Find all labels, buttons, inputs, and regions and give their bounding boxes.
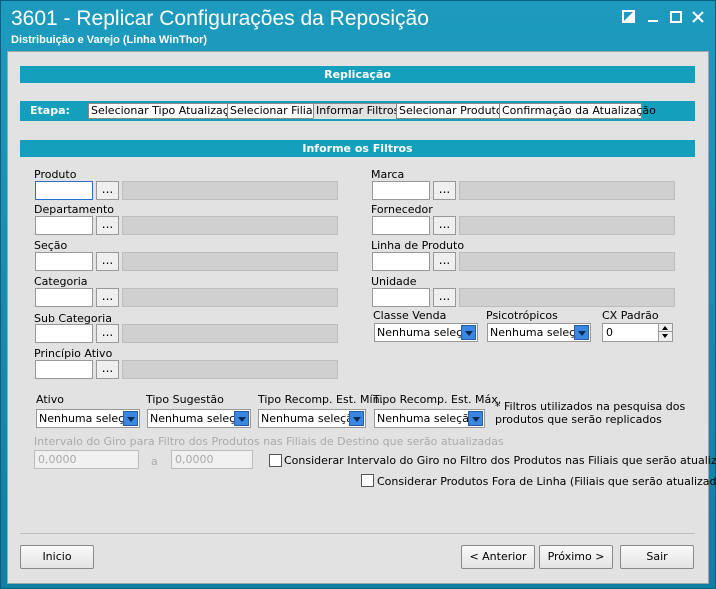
sub-categoria-lookup-button[interactable]: ...	[96, 324, 119, 343]
marca-label: Marca	[371, 168, 405, 181]
linha-produto-label: Linha de Produto	[371, 239, 465, 252]
cx-padrao-value: 0	[606, 326, 613, 339]
produto-lookup-button[interactable]: ...	[96, 181, 119, 200]
inicio-button[interactable]: Inicio	[20, 545, 94, 569]
tab-informar-filtros[interactable]: Informar Filtros	[313, 103, 399, 119]
window-subtitle: Distribuição e Varejo (Linha WinThor)	[11, 34, 208, 46]
unidade-code-input[interactable]	[372, 288, 430, 307]
fornecedor-label: Fornecedor	[371, 203, 433, 216]
ativo-select[interactable]: Nenhuma seleção	[36, 409, 140, 428]
title-bar[interactable]: 3601 - Replicar Configurações da Reposiç…	[1, 1, 715, 51]
categoria-code-input[interactable]	[35, 288, 93, 307]
fornecedor-lookup-button[interactable]: ...	[433, 216, 456, 235]
considerar-fora-linha-checkbox[interactable]	[361, 474, 374, 487]
proximo-button[interactable]: Próximo >	[539, 545, 613, 569]
principio-ativo-label: Princípio Ativo	[34, 347, 113, 360]
considerar-intervalo-label: Considerar Intervalo do Giro no Filtro d…	[284, 454, 716, 467]
considerar-fora-linha-label: Considerar Produtos Fora de Linha (Filia…	[377, 475, 716, 488]
marca-lookup-button[interactable]: ...	[433, 181, 456, 200]
chevron-down-icon[interactable]	[123, 411, 138, 426]
intervalo-from-input[interactable]: 0,0000	[34, 450, 139, 469]
marca-code-input[interactable]	[372, 181, 430, 200]
tipo-recomp-min-label: Tipo Recomp. Est. Mín.	[258, 393, 384, 406]
bottom-separator	[20, 533, 695, 534]
spin-down-icon[interactable]	[659, 332, 672, 340]
spin-up-icon[interactable]	[659, 324, 672, 332]
tab-selecionar-tipo-atualizacao[interactable]: Selecionar Tipo Atualização	[88, 103, 242, 119]
secao-description	[122, 252, 338, 271]
linha-produto-code-input[interactable]	[372, 252, 430, 271]
principio-ativo-code-input[interactable]	[35, 360, 93, 379]
produto-description	[122, 181, 338, 200]
considerar-intervalo-checkbox[interactable]	[269, 454, 282, 467]
close-icon[interactable]	[690, 9, 706, 25]
filtros-header: Informe os Filtros	[20, 140, 695, 157]
categoria-label: Categoria	[34, 275, 88, 288]
cx-padrao-label: CX Padrão	[602, 309, 659, 322]
linha-produto-lookup-button[interactable]: ...	[433, 252, 456, 271]
chevron-down-icon[interactable]	[349, 411, 364, 426]
classe-venda-select[interactable]: Nenhuma seleção	[374, 323, 478, 342]
departamento-description	[122, 216, 338, 235]
principio-ativo-description	[122, 360, 338, 379]
tab-confirmacao-atualizacao[interactable]: Confirmação da Atualização	[499, 103, 656, 119]
minimize-icon[interactable]	[645, 9, 661, 25]
sub-categoria-code-input[interactable]	[35, 324, 93, 343]
departamento-code-input[interactable]	[35, 216, 93, 235]
etapa-label: Etapa:	[30, 104, 70, 117]
marca-description	[459, 181, 675, 200]
departamento-label: Departamento	[34, 203, 115, 216]
psicotropicos-select[interactable]: Nenhuma seleção	[487, 323, 591, 342]
filtros-note-line1: * Filtros utilizados na pesquisa dos	[495, 400, 686, 413]
unidade-label: Unidade	[371, 275, 417, 288]
secao-code-input[interactable]	[35, 252, 93, 271]
fornecedor-code-input[interactable]	[372, 216, 430, 235]
tipo-recomp-max-value: Nenhuma seleção	[377, 412, 476, 425]
chevron-down-icon[interactable]	[234, 411, 249, 426]
departamento-lookup-button[interactable]: ...	[96, 216, 119, 235]
intervalo-separator: a	[151, 455, 158, 468]
intervalo-to-input[interactable]: 0,0000	[171, 450, 253, 469]
cx-padrao-spinner[interactable]: 0	[602, 323, 673, 342]
categoria-lookup-button[interactable]: ...	[96, 288, 119, 307]
restore-icon[interactable]	[621, 9, 637, 25]
chevron-down-icon[interactable]	[468, 411, 483, 426]
replicacao-header: Replicação	[20, 66, 695, 83]
window-title: 3601 - Replicar Configurações da Reposiç…	[11, 7, 429, 30]
client-area: Replicação Etapa: Selecionar Tipo Atuali…	[7, 51, 716, 584]
tipo-recomp-max-select[interactable]: Nenhuma seleção	[374, 409, 485, 428]
secao-label: Seção	[34, 239, 68, 252]
tab-selecionar-filiais[interactable]: Selecionar Filiais	[227, 103, 321, 119]
etapa-bar: Etapa: Selecionar Tipo Atualização Selec…	[20, 101, 695, 121]
filtros-note-line2: produtos que serão replicados	[495, 413, 662, 426]
tipo-recomp-min-select[interactable]: Nenhuma seleção	[258, 409, 366, 428]
spinner-buttons	[658, 324, 672, 341]
chevron-down-icon[interactable]	[461, 325, 476, 340]
intervalo-giro-label: Intervalo do Giro para Filtro dos Produt…	[34, 435, 504, 448]
chevron-down-icon[interactable]	[574, 325, 589, 340]
classe-venda-label: Classe Venda	[373, 309, 447, 322]
principio-ativo-lookup-button[interactable]: ...	[96, 360, 119, 379]
tipo-sugestao-select[interactable]: Nenhuma seleção	[147, 409, 251, 428]
anterior-button[interactable]: < Anterior	[461, 545, 535, 569]
ativo-label: Ativo	[36, 393, 64, 406]
tipo-recomp-min-value: Nenhuma seleção	[261, 412, 360, 425]
linha-produto-description	[459, 252, 675, 271]
tipo-sugestao-label: Tipo Sugestão	[146, 393, 224, 406]
maximize-icon[interactable]	[668, 9, 684, 25]
sair-button[interactable]: Sair	[620, 545, 694, 569]
secao-lookup-button[interactable]: ...	[96, 252, 119, 271]
produto-label: Produto	[34, 168, 77, 181]
unidade-description	[459, 288, 675, 307]
categoria-description	[122, 288, 338, 307]
tab-selecionar-produtos[interactable]: Selecionar Produtos	[396, 103, 508, 119]
app-window: 3601 - Replicar Configurações da Reposiç…	[0, 0, 716, 589]
unidade-lookup-button[interactable]: ...	[433, 288, 456, 307]
produto-code-input[interactable]	[35, 181, 93, 200]
psicotropicos-label: Psicotrópicos	[486, 309, 558, 322]
tipo-recomp-max-label: Tipo Recomp. Est. Máx.	[373, 393, 502, 406]
sub-categoria-description	[122, 324, 338, 343]
fornecedor-description	[459, 216, 675, 235]
